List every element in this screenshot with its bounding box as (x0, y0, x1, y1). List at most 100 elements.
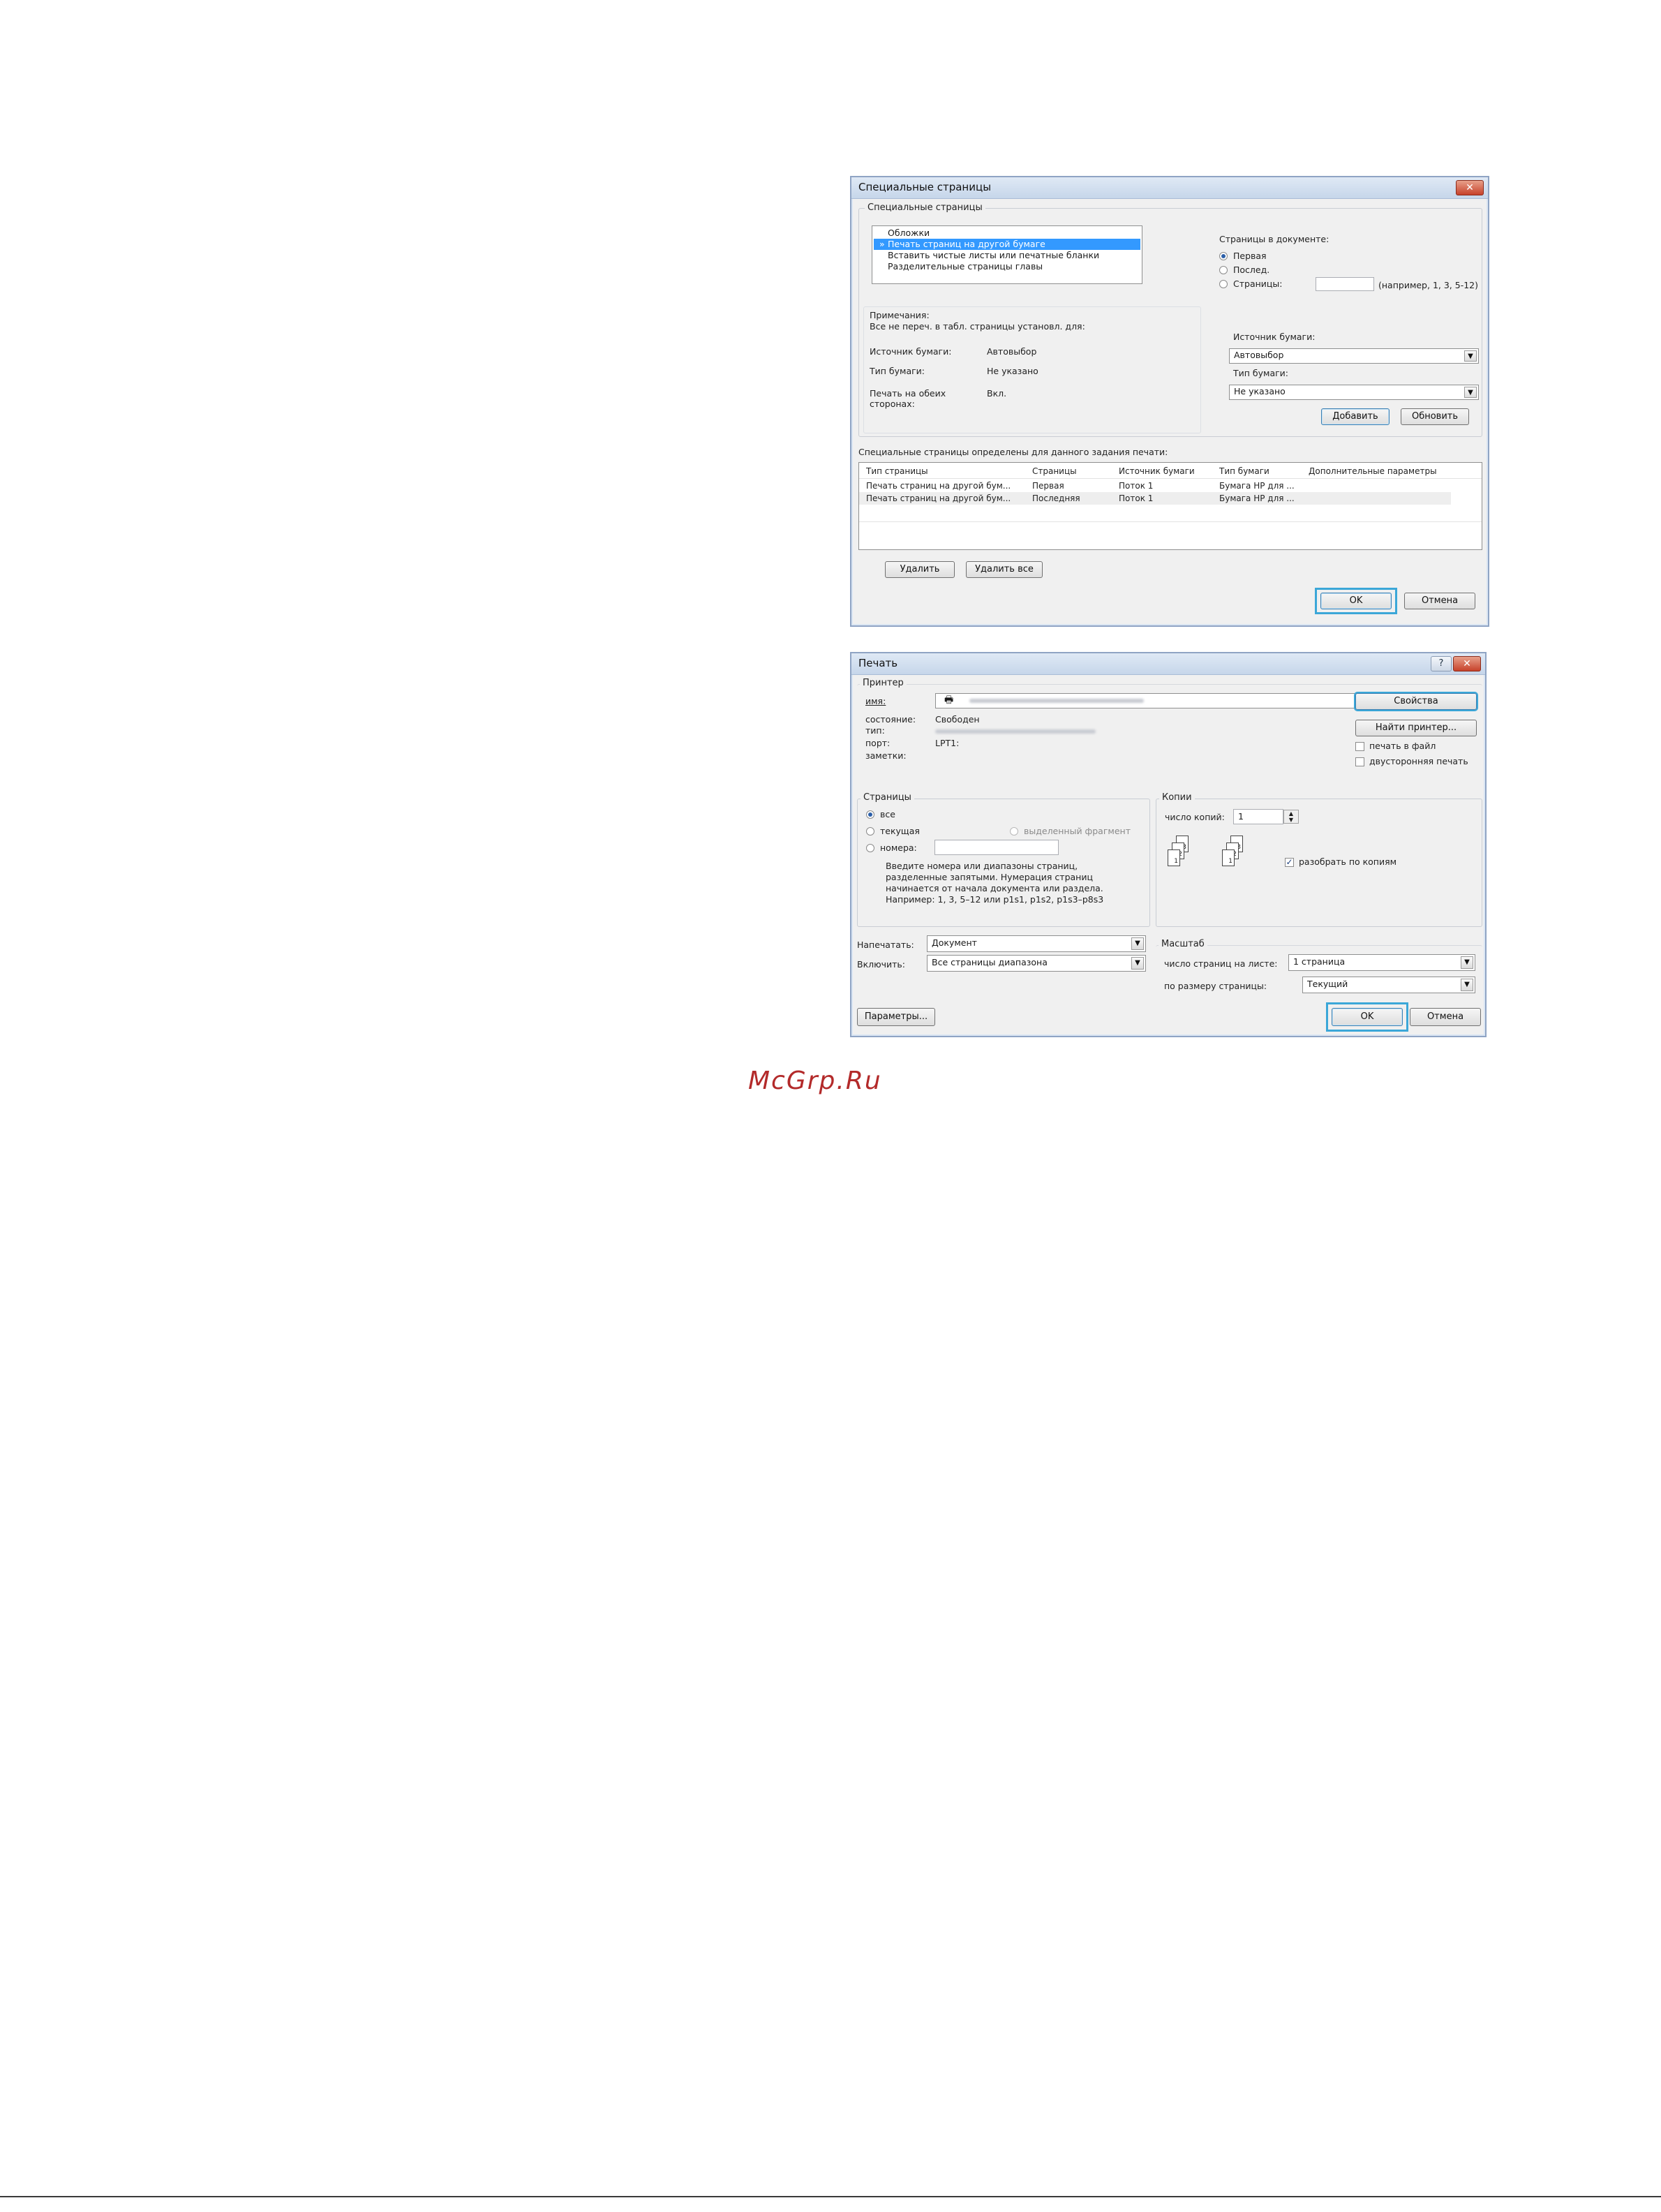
print-to-file-label: печать в файл (1369, 741, 1436, 751)
radio-all-label: все (880, 809, 895, 819)
chevron-down-icon[interactable]: ▼ (1131, 937, 1144, 950)
source-select[interactable]: Автовыбор ▼ (1229, 348, 1479, 364)
copies-input[interactable]: 1 (1233, 809, 1283, 824)
radio-pages[interactable] (1219, 280, 1228, 288)
table-cell: Первая (1032, 481, 1064, 491)
list-item[interactable]: Обложки (874, 228, 1140, 239)
copies-stepper[interactable]: ▲ ▼ (1283, 810, 1299, 824)
list-item[interactable]: Разделительные страницы главы (874, 261, 1140, 272)
table-row[interactable]: Печать страниц на другой бум... Последня… (859, 492, 1451, 505)
info-source-value: Автовыбор (987, 346, 1037, 357)
copies-label: число копий: (1165, 812, 1225, 822)
page-numbers-input[interactable] (934, 840, 1059, 855)
scale-select[interactable]: Текущий ▼ (1302, 977, 1475, 993)
page-bottom-rule (0, 2196, 1661, 2197)
radio-selection-label: выделенный фрагмент (1024, 826, 1131, 836)
print-dialog: Печать ? ✕ Принтер имя: 🖶 ▼ состояние: С… (850, 652, 1487, 1037)
include-label: Включить: (857, 959, 906, 970)
info-type-value: Не указано (987, 366, 1038, 376)
type-select[interactable]: Не указано ▼ (1229, 385, 1479, 400)
special-pages-list[interactable]: Обложки » Печать страниц на другой бумаге… (872, 225, 1142, 284)
print-what-label: Напечатать: (857, 940, 914, 950)
chevron-down-icon[interactable]: ▼ (1461, 979, 1473, 991)
collate-checkbox[interactable]: ✓ (1285, 858, 1294, 867)
radio-last-label: Послед. (1233, 265, 1270, 275)
print-titlebar[interactable]: Печать ? ✕ (851, 653, 1485, 675)
status-label: состояние: (865, 714, 916, 725)
delete-all-button[interactable]: Удалить все (966, 561, 1043, 578)
radio-first[interactable] (1219, 252, 1228, 260)
table-divider (859, 521, 1482, 522)
notes-label: Примечания: (870, 310, 930, 320)
cancel-button[interactable]: Отмена (1410, 1008, 1481, 1026)
add-button[interactable]: Добавить (1321, 408, 1390, 425)
special-pages-titlebar[interactable]: Специальные страницы ✕ (851, 177, 1488, 199)
pages-group: Страницы все текущая выделенный фрагмент… (857, 792, 1150, 927)
close-icon[interactable]: ✕ (1456, 180, 1484, 195)
update-button[interactable]: Обновить (1401, 408, 1469, 425)
radio-first-label: Первая (1233, 251, 1267, 261)
find-printer-button[interactable]: Найти принтер... (1355, 720, 1477, 736)
copies-group-label: Копии (1159, 792, 1195, 803)
copies-group: Копии число копий: 1 ▲ ▼ 3 2 1 3 2 1 ✓ ра… (1156, 792, 1482, 927)
help-icon[interactable]: ? (1431, 656, 1452, 671)
radio-current-label: текущая (880, 826, 920, 836)
printer-select[interactable]: 🖶 ▼ (935, 693, 1418, 708)
chevron-down-icon[interactable]: ▼ (1464, 387, 1477, 398)
ok-button[interactable]: OK (1332, 1008, 1403, 1026)
print-to-file-checkbox[interactable] (1355, 742, 1364, 751)
pages-group-label: Страницы (861, 792, 914, 803)
type-label: тип: (865, 725, 885, 736)
column-header[interactable]: Тип бумаги (1219, 466, 1269, 476)
print-what-select[interactable]: Документ ▼ (927, 935, 1146, 952)
ok-button[interactable]: OK (1320, 593, 1392, 609)
table-cell: Печать страниц на другой бум... (866, 493, 1011, 503)
list-item[interactable]: Вставить чистые листы или печатные бланк… (874, 250, 1140, 261)
notes-label: заметки: (865, 750, 907, 761)
info-duplex-label: Печать на обеих сторонах: (870, 388, 946, 409)
special-pages-group-label: Специальные страницы (865, 202, 985, 213)
table-cell: Последняя (1032, 493, 1080, 503)
duplex-checkbox[interactable] (1355, 757, 1364, 766)
pages-range-input[interactable] (1316, 277, 1374, 291)
pages-hint-line: Введите номера или диапазоны страниц, (886, 861, 1078, 871)
radio-numbers[interactable] (866, 844, 874, 852)
options-button[interactable]: Параметры... (857, 1008, 935, 1026)
printer-group-label: Принтер (860, 678, 907, 688)
chevron-down-icon[interactable]: ▼ (1131, 957, 1144, 970)
radio-last[interactable] (1219, 266, 1228, 274)
column-header[interactable]: Страницы (1032, 466, 1077, 476)
type-label: Тип бумаги: (1233, 368, 1289, 378)
list-item-selected[interactable]: » Печать страниц на другой бумаге (874, 239, 1140, 250)
column-header[interactable]: Источник бумаги (1119, 466, 1195, 476)
column-header[interactable]: Дополнительные параметры (1309, 466, 1437, 476)
radio-current[interactable] (866, 827, 874, 836)
include-select[interactable]: Все страницы диапазона ▼ (927, 955, 1146, 972)
notes-text: Все не переч. в табл. страницы установл.… (870, 321, 1085, 332)
column-header[interactable]: Тип страницы (866, 466, 928, 476)
pages-hint-line: Например: 1, 3, 5–12 или p1s1, p1s2, p1s… (886, 894, 1104, 905)
pages-per-sheet-label: число страниц на листе: (1164, 958, 1278, 969)
pages-per-sheet-select[interactable]: 1 страница ▼ (1288, 954, 1475, 971)
table-cell: Бумага HP для ... (1219, 493, 1295, 503)
chevron-down-icon[interactable]: ▼ (1464, 350, 1477, 362)
printer-name-blurred (969, 699, 1144, 703)
zoom-group: Масштаб число страниц на листе: 1 страни… (1156, 939, 1482, 1002)
pages-hint-line: начинается от начала документа или разде… (886, 883, 1103, 893)
special-pages-table[interactable]: Тип страницы Страницы Источник бумаги Ти… (858, 462, 1482, 550)
port-value: LPT1: (935, 738, 960, 748)
radio-selection[interactable] (1010, 827, 1018, 836)
info-type-label: Тип бумаги: (870, 366, 925, 376)
close-icon[interactable]: ✕ (1453, 656, 1481, 671)
table-header: Тип страницы Страницы Источник бумаги Ти… (859, 463, 1482, 479)
scale-label: по размеру страницы: (1164, 981, 1267, 991)
table-cell: Печать страниц на другой бум... (866, 481, 1011, 491)
chevron-down-icon[interactable]: ▼ (1461, 956, 1473, 969)
table-row[interactable]: Печать страниц на другой бум... Первая П… (859, 480, 1451, 492)
pages-hint-line: разделенные запятыми. Нумерация страниц (886, 872, 1093, 882)
cancel-button[interactable]: Отмена (1404, 593, 1475, 609)
radio-all[interactable] (866, 810, 874, 819)
watermark: McGrp.Ru (748, 1067, 882, 1095)
properties-button[interactable]: Свойства (1355, 693, 1477, 710)
delete-button[interactable]: Удалить (885, 561, 955, 578)
